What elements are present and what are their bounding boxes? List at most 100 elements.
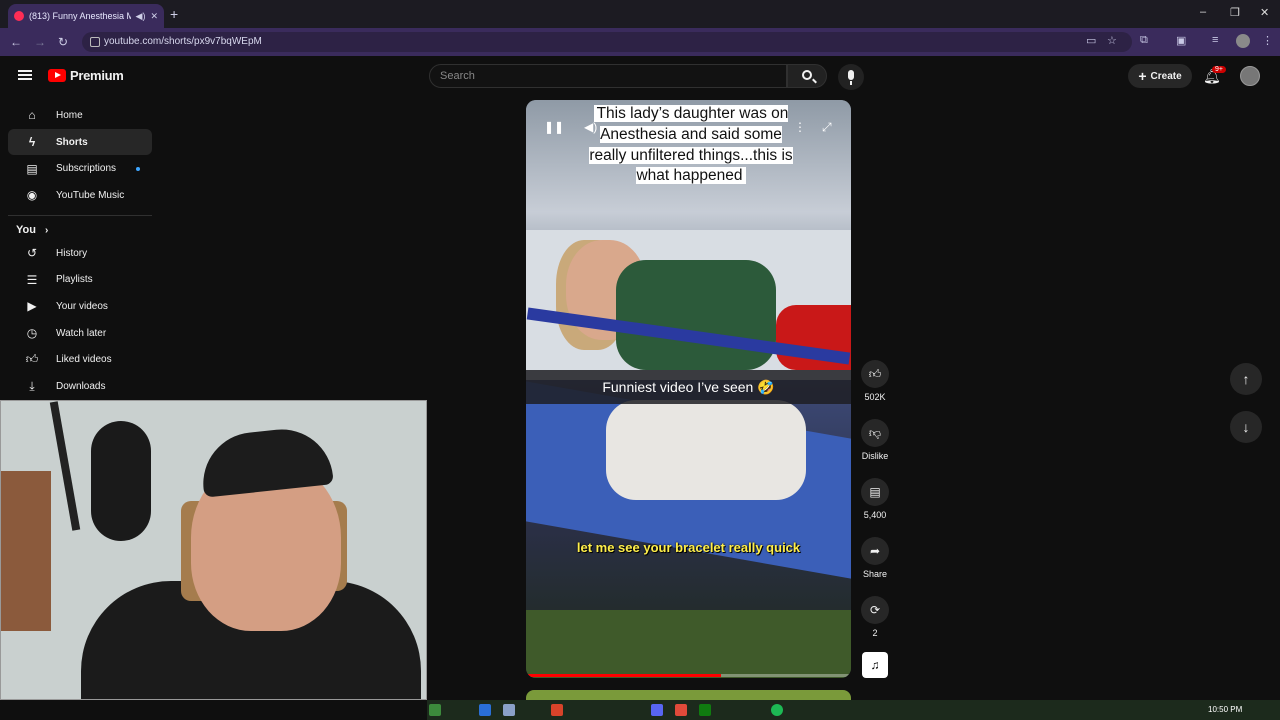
fullscreen-icon[interactable]: ⤢ — [822, 120, 832, 135]
comments-action[interactable]: ▤ 5,400 — [855, 478, 895, 520]
sidebar-item-label: History — [56, 247, 88, 259]
music-icon: ◉ — [26, 188, 38, 203]
like-action[interactable]: 👍︎ 502K — [855, 360, 895, 402]
sidebar-item-subscriptions[interactable]: ▤ Subscriptions — [8, 155, 152, 182]
taskbar-app-icon[interactable] — [429, 704, 441, 716]
windows-taskbar — [427, 700, 1280, 720]
share-action[interactable]: ➦ Share — [855, 537, 895, 579]
back-icon[interactable]: ← — [10, 35, 22, 49]
browser-tab[interactable]: (813) Funny Anesthesia M ◀) ✕ — [8, 4, 164, 28]
maximize-icon[interactable]: ❐ — [1230, 6, 1240, 19]
new-content-dot — [136, 167, 140, 172]
video-progress-bar[interactable] — [526, 674, 851, 677]
sidebar-item-liked-videos[interactable]: 👍︎ Liked videos — [8, 347, 152, 374]
video-green-floor — [526, 610, 851, 678]
chevron-right-icon: › — [45, 224, 49, 236]
sidebar-item-label: Downloads — [56, 381, 106, 393]
video-caption-text: This lady’s daughter was on Anesthesia a… — [589, 105, 793, 185]
browser-profile-avatar[interactable] — [1236, 34, 1250, 48]
extension-icon[interactable]: ⧉ — [1140, 34, 1148, 47]
sidebar-item-history[interactable]: ↺ History — [8, 240, 152, 267]
sidebar-item-label: Your videos — [56, 300, 108, 312]
taskbar-spotify-icon[interactable] — [771, 704, 783, 716]
dislike-icon[interactable]: 👎︎ — [861, 419, 889, 447]
pause-icon[interactable]: ❚❚ — [544, 120, 564, 134]
shorts-icon: ϟ — [28, 135, 36, 150]
taskbar-app-icon[interactable] — [503, 704, 515, 716]
site-info-icon[interactable] — [90, 37, 100, 47]
cast-icon[interactable]: ▭ — [1086, 34, 1096, 47]
sidebar-item-shorts[interactable]: ϟ Shorts — [8, 128, 152, 156]
video-white-sheet — [606, 400, 806, 500]
home-icon: ⌂ — [28, 108, 36, 123]
taskbar-app-icon[interactable] — [651, 704, 663, 716]
youtube-favicon-icon — [14, 11, 24, 21]
taskbar-chrome-icon[interactable] — [675, 704, 687, 716]
search-icon — [802, 70, 812, 80]
sidebar-item-label: Liked videos — [56, 354, 112, 366]
volume-icon[interactable]: ◀) — [584, 120, 597, 134]
youtube-logo[interactable]: Premium — [48, 68, 124, 83]
webcam-overlay — [0, 400, 427, 700]
playlists-icon: ☰ — [26, 272, 38, 287]
downloads-icon: ⤓ — [29, 379, 35, 394]
plus-icon: + — [1138, 68, 1147, 84]
share-label: Share — [862, 569, 888, 579]
browser-tab-strip: (813) Funny Anesthesia M ◀) ✕ + – ❐ ✕ — [0, 0, 1280, 28]
browser-menu-icon[interactable]: ⋮ — [1262, 34, 1273, 47]
video-caption: This lady’s daughter was on Anesthesia a… — [588, 104, 794, 187]
extension2-icon[interactable]: ▣ — [1176, 34, 1186, 47]
bookmark-star-icon[interactable]: ☆ — [1107, 34, 1117, 47]
taskbar-app-icon[interactable] — [551, 704, 563, 716]
sidebar-item-home[interactable]: ⌂ Home — [8, 102, 152, 129]
more-options-icon[interactable]: ⋮ — [794, 120, 806, 134]
sidebar-item-label: Home — [56, 109, 83, 121]
sidebar-item-your-videos[interactable]: ▶ Your videos — [8, 293, 152, 320]
create-button[interactable]: + Create — [1128, 64, 1192, 88]
forward-icon[interactable]: → — [34, 35, 46, 49]
taskbar-app-icon[interactable] — [699, 704, 711, 716]
overlay-text: Funniest video I’ve seen 🤣 — [602, 378, 775, 395]
minimize-icon[interactable]: – — [1200, 6, 1206, 18]
next-short-preview[interactable] — [526, 690, 851, 700]
search-input[interactable]: Search — [429, 64, 787, 88]
sidebar-item-downloads[interactable]: ⤓ Downloads — [8, 373, 152, 400]
taskbar-app-icon[interactable] — [479, 704, 491, 716]
create-label: Create — [1150, 70, 1182, 82]
comment-icon[interactable]: ▤ — [861, 478, 889, 506]
logo-text: Premium — [70, 68, 124, 83]
url-text: youtube.com/shorts/px9v7bqWEpM — [104, 36, 262, 47]
sidebar-item-watch-later[interactable]: ◷ Watch later — [8, 320, 152, 347]
sidebar-item-label: YouTube Music — [56, 189, 125, 201]
remix-icon[interactable]: ⟳ — [861, 596, 889, 624]
tab-close-icon[interactable]: ✕ — [150, 11, 158, 22]
shorts-video-player[interactable]: This lady’s daughter was on Anesthesia a… — [526, 100, 851, 678]
webcam-cabinet — [1, 471, 51, 631]
previous-short-button[interactable]: ↑ — [1230, 363, 1262, 395]
next-short-button[interactable]: ↓ — [1230, 411, 1262, 443]
subscriptions-icon: ▤ — [26, 161, 38, 176]
new-tab-button[interactable]: + — [170, 6, 178, 22]
remix-action[interactable]: ⟳ 2 — [855, 596, 895, 638]
sidebar-divider — [8, 214, 152, 216]
like-icon[interactable]: 👍︎ — [861, 360, 889, 388]
sound-thumbnail[interactable]: ♫ — [862, 652, 888, 678]
menu-icon[interactable] — [18, 70, 32, 80]
share-icon[interactable]: ➦ — [861, 537, 889, 565]
media-control-icon[interactable]: ≡ — [1212, 34, 1218, 46]
tab-audio-icon[interactable]: ◀) — [136, 11, 146, 22]
account-avatar[interactable] — [1240, 66, 1260, 86]
search-button[interactable] — [787, 64, 827, 88]
dislike-action[interactable]: 👎︎ Dislike — [855, 419, 895, 461]
sidebar-item-playlists[interactable]: ☰ Playlists — [8, 266, 152, 293]
video-green-shirt — [616, 260, 776, 370]
reload-icon[interactable]: ↻ — [58, 35, 68, 49]
address-bar[interactable]: youtube.com/shorts/px9v7bqWEpM — [82, 32, 1132, 52]
sidebar-item-youtube-music[interactable]: ◉ YouTube Music — [8, 182, 152, 209]
voice-search-button[interactable] — [838, 64, 864, 90]
close-window-icon[interactable]: ✕ — [1260, 6, 1269, 19]
sidebar-you-heading[interactable]: You › — [0, 224, 160, 236]
watch-later-icon: ◷ — [26, 326, 38, 341]
video-subtitle: let me see your bracelet really quick — [576, 540, 801, 555]
youtube-play-logo-icon — [48, 69, 66, 82]
